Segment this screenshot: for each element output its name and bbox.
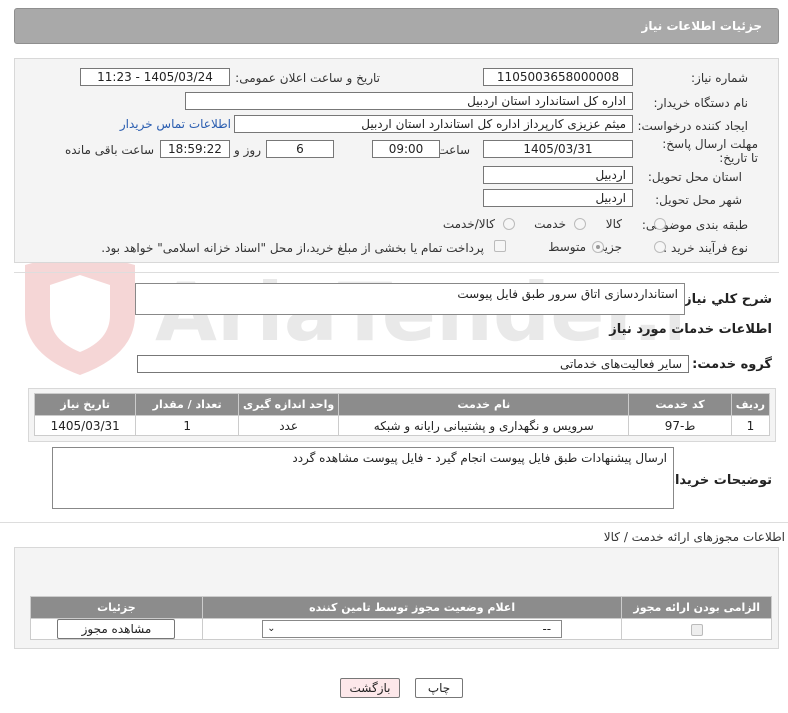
- view-permit-button[interactable]: مشاهده مجوز: [57, 619, 176, 639]
- col-row: ردیف: [730, 393, 771, 416]
- col-permit-status: اعلام وضعیت مجوز توسط تامین کننده: [201, 596, 623, 619]
- category-goods-label: کالا: [605, 217, 622, 231]
- cell-quantity: 1: [135, 415, 239, 436]
- service-group-label: گروه خدمت:: [692, 357, 772, 372]
- cell-unit: عدد: [237, 415, 340, 436]
- col-quantity: تعداد / مقدار: [135, 393, 239, 416]
- services-section-title: اطلاعات خدمات مورد نیاز: [609, 322, 772, 337]
- table-row: -- ⌄ مشاهده مجوز: [30, 618, 772, 640]
- cell-need-date: 1405/03/31: [33, 415, 137, 436]
- days-remaining-field[interactable]: 6: [266, 140, 334, 158]
- col-permit-details: جزئیات: [30, 596, 203, 619]
- deadline-label: مهلت ارسال پاسخ: تا تاریخ:: [662, 137, 758, 165]
- print-button[interactable]: چاپ: [415, 678, 463, 698]
- announce-datetime-label: تاریخ و ساعت اعلان عمومی:: [235, 71, 380, 85]
- buyer-notes-field[interactable]: ارسال پیشنهادات طبق فایل پیوست انجام گیر…: [52, 447, 674, 509]
- buyer-notes-value: ارسال پیشنهادات طبق فایل پیوست انجام گیر…: [292, 451, 667, 465]
- cell-permit-details: مشاهده مجوز: [30, 618, 203, 640]
- days-label: روز و: [234, 143, 261, 157]
- treasury-payment-note: پرداخت تمام یا بخشی از مبلغ خرید،از محل …: [101, 241, 484, 255]
- city-label: شهر محل تحویل:: [655, 193, 742, 207]
- back-button[interactable]: بازگشت: [340, 678, 400, 698]
- chevron-down-icon: ⌄: [267, 623, 276, 634]
- requester-field[interactable]: میثم عزیزی کارپرداز اداره کل استاندارد ا…: [234, 115, 633, 133]
- remaining-time-field[interactable]: 18:59:22: [160, 140, 230, 158]
- permits-section-title: اطلاعات مجوزهای ارائه خدمت / کالا: [603, 530, 785, 544]
- divider: [0, 522, 788, 523]
- announce-datetime-field[interactable]: 1405/03/24 - 11:23: [80, 68, 230, 86]
- category-goods-radio[interactable]: [654, 218, 666, 230]
- col-permit-required: الزامی بودن ارائه مجوز: [621, 596, 772, 619]
- page-title: جزئیات اطلاعات نیاز: [641, 19, 762, 33]
- summary-field[interactable]: استانداردسازی اتاق سرور طبق فایل پیوست: [135, 283, 685, 315]
- deadline-date-field[interactable]: 1405/03/31: [483, 140, 633, 158]
- cell-service-name: سرویس و نگهداری و پشتیبانی رایانه و شبکه: [338, 415, 630, 436]
- category-goods-service-label: کالا/خدمت: [442, 217, 495, 231]
- services-table: ردیف کد خدمت نام خدمت واحد اندازه گیری ت…: [33, 393, 771, 436]
- cell-service-code: ط-97: [628, 415, 732, 436]
- category-service-radio[interactable]: [574, 218, 586, 230]
- cell-permit-required: [621, 618, 772, 640]
- requester-label: ایجاد کننده درخواست:: [637, 119, 748, 133]
- permit-status-value: --: [542, 622, 552, 636]
- col-unit: واحد اندازه گیری: [237, 393, 340, 416]
- col-service-code: کد خدمت: [628, 393, 732, 416]
- summary-label: شرح کلي نياز:: [678, 292, 772, 307]
- permit-status-select[interactable]: -- ⌄: [262, 620, 563, 638]
- service-group-field[interactable]: سایر فعالیت‌های خدماتی: [137, 355, 689, 373]
- col-service-name: نام خدمت: [338, 393, 630, 416]
- summary-value: استانداردسازی اتاق سرور طبق فایل پیوست: [457, 287, 678, 301]
- table-row: 1 ط-97 سرویس و نگهداری و پشتیبانی رایانه…: [33, 415, 771, 436]
- col-need-date: تاریخ نیاز: [33, 393, 137, 416]
- province-field[interactable]: اردبیل: [483, 166, 633, 184]
- cell-permit-status: -- ⌄: [201, 618, 623, 640]
- need-number-label: شماره نیاز:: [691, 71, 748, 85]
- deadline-time-label: ساعت: [437, 143, 470, 157]
- permits-table: الزامی بودن ارائه مجوز اعلام وضعیت مجوز …: [30, 596, 772, 640]
- permit-required-checkbox[interactable]: [690, 623, 703, 636]
- category-service-label: خدمت: [534, 217, 566, 231]
- process-medium-radio[interactable]: [592, 241, 604, 253]
- watermark-shield-icon: [25, 250, 135, 375]
- buyer-notes-label: توضیحات خریدار:: [662, 473, 772, 488]
- buyer-org-label: نام دستگاه خریدار:: [653, 96, 749, 110]
- city-field[interactable]: اردبیل: [483, 189, 633, 207]
- page-header: جزئیات اطلاعات نیاز: [14, 8, 779, 44]
- province-label: استان محل تحویل:: [647, 170, 742, 184]
- process-minor-radio[interactable]: [654, 241, 666, 253]
- process-type-label: نوع فرآیند خرید :: [663, 241, 748, 255]
- deadline-time-field[interactable]: 09:00: [372, 140, 440, 158]
- category-goods-service-radio[interactable]: [503, 218, 515, 230]
- remaining-time-label: ساعت باقی مانده: [64, 143, 154, 157]
- process-medium-label: متوسط: [548, 240, 586, 254]
- need-number-field[interactable]: 1105003658000008: [483, 68, 633, 86]
- buyer-contact-link[interactable]: اطلاعات تماس خریدار: [120, 117, 231, 131]
- treasury-payment-checkbox[interactable]: [494, 240, 506, 252]
- cell-row: 1: [730, 415, 771, 436]
- buyer-org-field[interactable]: اداره کل استاندارد استان اردبیل: [185, 92, 633, 110]
- divider: [14, 272, 779, 273]
